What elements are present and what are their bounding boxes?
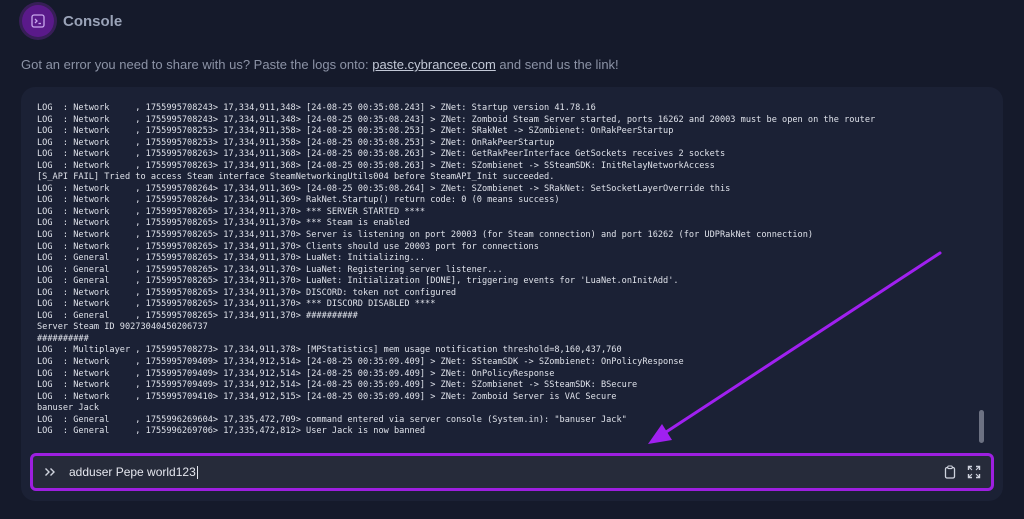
console-header: Console [22, 5, 122, 37]
log-line: LOG : Network , 1755995708253> 17,334,91… [37, 126, 674, 137]
command-input[interactable]: adduser Pepe world123 [69, 464, 943, 480]
log-line: [S_API FAIL] Tried to access Steam inter… [37, 172, 555, 183]
log-line: LOG : Network , 1755995708263> 17,334,91… [37, 160, 715, 171]
log-line: LOG : Network , 1755995708264> 17,334,91… [37, 195, 560, 206]
log-scrollbar[interactable] [979, 410, 984, 443]
input-tools [943, 465, 981, 479]
log-line: LOG : Network , 1755995709409> 17,334,91… [37, 380, 638, 391]
log-line: LOG : General , 1755995708265> 17,334,91… [37, 253, 426, 264]
expand-icon[interactable] [967, 465, 981, 479]
log-line: LOG : General , 1755995708265> 17,334,91… [37, 276, 679, 287]
chevrons-right-icon [43, 465, 57, 479]
info-message: Got an error you need to share with us? … [21, 57, 619, 72]
log-line: LOG : Network , 1755995709410> 17,334,91… [37, 391, 617, 402]
log-line: LOG : Network , 1755995708265> 17,334,91… [37, 218, 410, 229]
clipboard-icon[interactable] [943, 465, 957, 479]
log-line: LOG : Network , 1755995709409> 17,334,91… [37, 368, 555, 379]
log-line: ########## [37, 333, 89, 344]
log-line: LOG : Network , 1755995708265> 17,334,91… [37, 230, 814, 241]
log-line: LOG : Network , 1755995708243> 17,334,91… [37, 103, 596, 113]
log-line: LOG : General , 1755996269604> 17,335,47… [37, 414, 627, 425]
log-line: LOG : Network , 1755995708264> 17,334,91… [37, 183, 731, 194]
log-line: Server Steam ID 90273040450206737 [37, 322, 208, 333]
log-line: LOG : Network , 1755995708243> 17,334,91… [37, 114, 876, 125]
log-line: LOG : Network , 1755995708265> 17,334,91… [37, 241, 539, 252]
text-caret [196, 466, 198, 480]
page-title: Console [63, 12, 123, 30]
log-line: LOG : Network , 1755995708253> 17,334,91… [37, 137, 555, 148]
log-line: banuser Jack [37, 403, 100, 414]
terminal-icon [22, 5, 54, 37]
info-text-after: and send us the link! [495, 57, 619, 72]
paste-link[interactable]: paste.cybrancee.com [372, 57, 496, 72]
info-text-before: Got an error you need to share with us? … [21, 57, 373, 72]
log-line: LOG : Multiplayer , 1755995708273> 17,33… [37, 345, 622, 356]
console-panel: LOG : Network , 1755995708243> 17,334,91… [21, 87, 1003, 501]
log-line: LOG : General , 1755995708265> 17,334,91… [37, 264, 503, 275]
command-input-value: adduser Pepe world123 [69, 464, 196, 479]
log-line: LOG : Network , 1755995708263> 17,334,91… [37, 149, 726, 160]
log-line: LOG : General , 1755995708265> 17,334,91… [37, 310, 358, 321]
log-line: LOG : Network , 1755995708265> 17,334,91… [37, 287, 457, 298]
log-line: LOG : Network , 1755995708265> 17,334,91… [37, 206, 426, 217]
console-log: LOG : Network , 1755995708243> 17,334,91… [37, 103, 977, 449]
log-line: LOG : Network , 1755995709409> 17,334,91… [37, 357, 684, 368]
log-line: LOG : Network , 1755995708265> 17,334,91… [37, 299, 436, 310]
log-line: LOG : General , 1755996269706> 17,335,47… [37, 426, 426, 437]
command-input-bar: adduser Pepe world123 [30, 453, 994, 491]
